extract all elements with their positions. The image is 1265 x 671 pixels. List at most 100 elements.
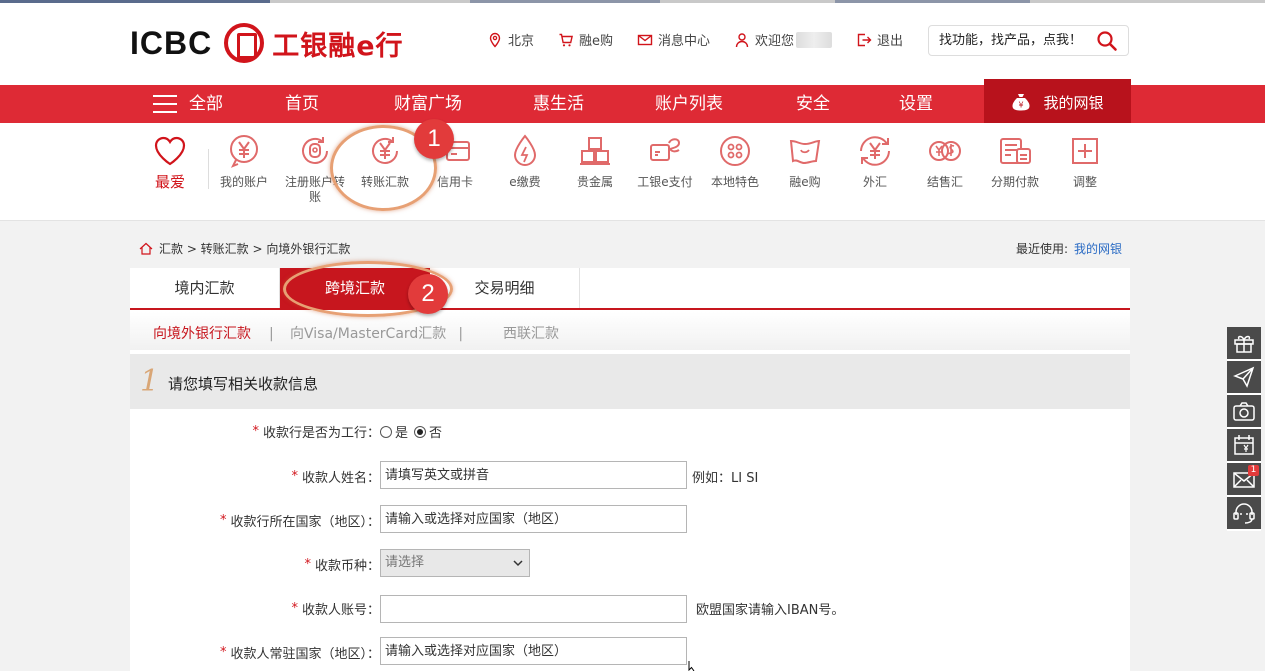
hamburger-icon — [153, 95, 177, 113]
account-label-row: * 收款人账号： — [130, 599, 380, 618]
quick-adjust[interactable]: 调整 — [1050, 133, 1120, 190]
is-icbc-label-row: * 收款行是否为工行： — [130, 422, 380, 441]
shop-link[interactable]: 融e购 — [558, 30, 613, 49]
my-bank-label: 我的网银 — [1043, 93, 1104, 112]
quick-installment[interactable]: 分期付款 — [980, 133, 1050, 190]
quick-my-account[interactable]: 我的账户 — [209, 133, 279, 190]
resident-country-label: 收款人常驻国家（地区）： — [230, 647, 380, 662]
quick-precious-metals[interactable]: 贵金属 — [560, 133, 630, 190]
search-input[interactable] — [929, 33, 1095, 48]
calendar-yen-icon — [1234, 435, 1254, 455]
location-link[interactable]: 北京 — [487, 30, 534, 49]
nav-item-security[interactable]: 安全 — [796, 85, 830, 123]
quick-forex[interactable]: 外汇 — [840, 133, 910, 190]
cross-border-subtabs: 向境外银行汇款 | 向Visa/MasterCard汇款 | 西联汇款 — [130, 312, 1130, 350]
subtab-visa-mastercard-label: 向Visa/MasterCard汇款 — [290, 326, 447, 342]
breadcrumb-path: 汇款 > 转账汇款 > 向境外银行汇款 — [159, 242, 351, 256]
quick-exchange-label: 结售汇 — [926, 175, 963, 189]
account-input[interactable] — [381, 596, 686, 622]
quick-icbc-epay[interactable]: 工银e支付 — [630, 133, 700, 190]
payee-name-label: 收款人姓名： — [301, 471, 380, 486]
subtab-visa-mastercard[interactable]: 向Visa/MasterCard汇款 | — [290, 323, 463, 343]
recent-used: 最近使用: 我的网银 — [1016, 240, 1122, 257]
radio-yes[interactable] — [380, 425, 392, 438]
share-button[interactable] — [1227, 361, 1261, 395]
favorites-button[interactable]: 最爱 — [150, 135, 190, 192]
shop-label: 融e购 — [579, 34, 614, 49]
all-menu-button[interactable]: 全部 — [153, 85, 223, 123]
currency-select-value: 请选择 — [385, 555, 425, 570]
quick-epay-bills-label: e缴费 — [509, 175, 541, 189]
calendar-button[interactable] — [1227, 429, 1261, 463]
welcome-label: 欢迎您 — [755, 34, 795, 49]
payee-name-input[interactable] — [381, 462, 686, 488]
customer-service-button[interactable] — [1227, 497, 1261, 531]
bank-country-label-row: * 收款行所在国家（地区）： — [130, 511, 380, 530]
mail-icon — [637, 34, 653, 45]
cart-icon — [559, 33, 573, 46]
payee-name-label-row: * 收款人姓名： — [130, 467, 380, 486]
remittance-tabs: 境内汇款 跨境汇款 交易明细 — [130, 268, 1130, 310]
radio-no[interactable] — [414, 425, 427, 438]
chevron-down-icon — [513, 560, 523, 567]
heart-icon — [154, 136, 186, 166]
logout-link[interactable]: 退出 — [856, 30, 903, 49]
quick-forex-label: 外汇 — [862, 175, 887, 189]
quick-function-bar: 最爱 我的账户 注册账户转账 转账汇款 信用卡 e缴费 贵金属 工银e支付 本地… — [0, 123, 1265, 221]
local-feature-icon — [720, 136, 750, 166]
recent-my-bank-link[interactable]: 我的网银 — [1074, 242, 1122, 256]
section-header: 1 请您填写相关收款信息 — [130, 354, 1130, 409]
registered-transfer-icon — [302, 137, 328, 164]
quick-shopping-label: 融e购 — [789, 175, 821, 189]
account-label: 收款人账号： — [301, 603, 380, 618]
search-box — [928, 25, 1129, 56]
icbc-seal-icon — [224, 23, 265, 63]
required-mark: * — [252, 424, 259, 439]
mail-button[interactable]: 1 — [1227, 463, 1261, 497]
gift-button[interactable] — [1227, 327, 1261, 361]
nav-item-settings[interactable]: 设置 — [899, 85, 933, 123]
quick-epay-bills[interactable]: e缴费 — [490, 133, 560, 190]
quick-local-feature[interactable]: 本地特色 — [700, 133, 770, 190]
nav-item-accounts[interactable]: 账户列表 — [655, 85, 723, 123]
redacted-username — [796, 31, 833, 48]
camera-button[interactable] — [1227, 395, 1261, 429]
camera-icon — [1233, 402, 1255, 421]
resident-country-input[interactable] — [381, 638, 686, 664]
logo-text: ICBC — [130, 24, 213, 61]
my-bank-button[interactable]: ¥ 我的网银 — [984, 79, 1131, 125]
subtab-overseas-bank[interactable]: 向境外银行汇款 | — [153, 323, 274, 343]
currency-label-row: * 收款币种： — [130, 555, 380, 574]
gift-icon — [1234, 335, 1254, 353]
tab-domestic[interactable]: 境内汇款 — [130, 268, 280, 308]
resident-country-label-row: * 收款人常驻国家（地区）： — [130, 643, 380, 662]
quick-my-account-label: 我的账户 — [219, 175, 268, 189]
floating-toolbar: 1 — [1227, 327, 1261, 531]
message-center-link[interactable]: 消息中心 — [637, 30, 710, 49]
nav-item-home[interactable]: 首页 — [285, 85, 319, 123]
logout-icon — [857, 33, 872, 46]
quick-shopping[interactable]: 融e购 — [770, 133, 840, 190]
icbc-logo[interactable]: ICBC 工银融e行 — [130, 23, 404, 63]
bank-country-input[interactable] — [381, 506, 686, 532]
welcome-user[interactable]: 欢迎您 — [734, 30, 833, 49]
annotation-badge-1: 1 — [414, 119, 454, 159]
resident-country-field — [380, 637, 687, 665]
required-mark: * — [291, 601, 298, 616]
mail-count-badge: 1 — [1248, 465, 1259, 476]
home-icon[interactable] — [139, 242, 153, 255]
nav-item-wealth[interactable]: 财富广场 — [394, 85, 462, 123]
search-icon[interactable] — [1095, 29, 1119, 53]
subtab-western-union[interactable]: 西联汇款 — [503, 323, 559, 343]
currency-select[interactable]: 请选择 — [380, 549, 530, 577]
required-mark: * — [291, 469, 298, 484]
yen-coin-icon — [230, 135, 258, 168]
required-mark: * — [219, 645, 227, 660]
mouse-cursor-icon — [688, 661, 695, 671]
svg-text:¥: ¥ — [1019, 101, 1024, 110]
quick-exchange[interactable]: 结售汇 — [910, 133, 980, 190]
radio-yes-label: 是 — [395, 426, 409, 441]
nav-item-life[interactable]: 惠生活 — [533, 85, 584, 123]
recent-label: 最近使用: — [1016, 242, 1069, 256]
top-links: 北京 融e购 消息中心 欢迎您 退出 — [487, 30, 927, 49]
